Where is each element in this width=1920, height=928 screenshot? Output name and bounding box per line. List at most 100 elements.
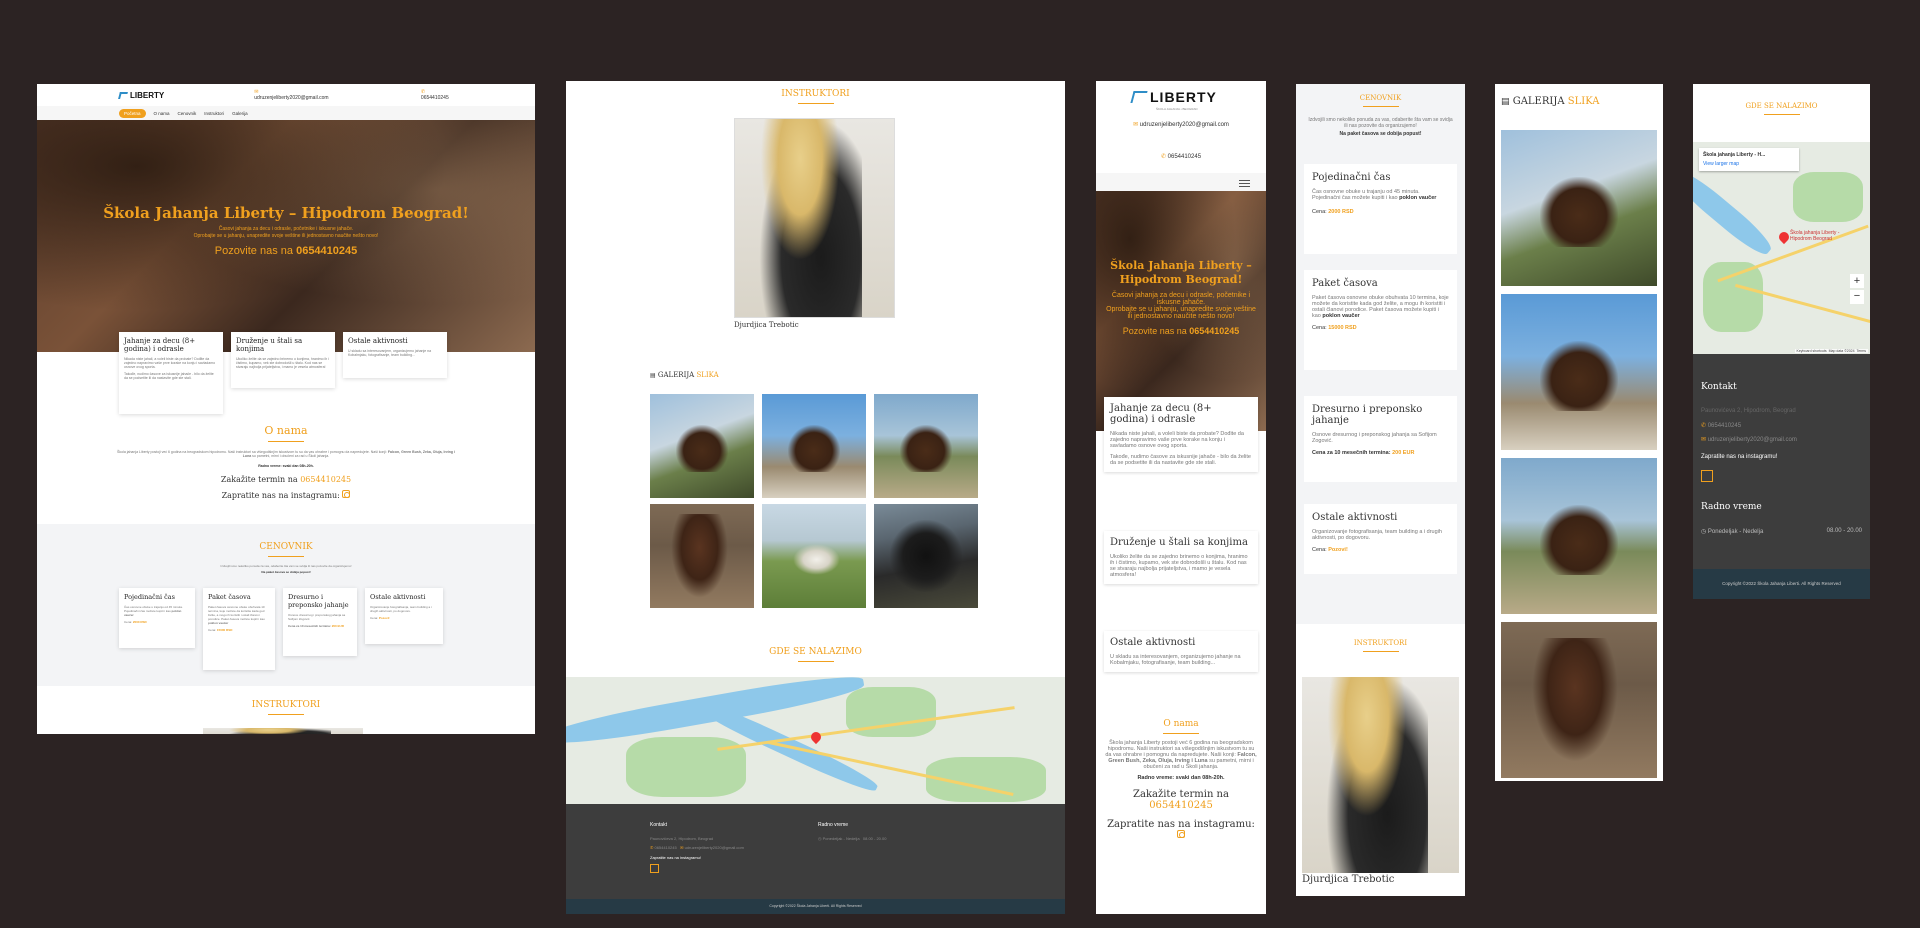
instructor-photo bbox=[734, 118, 895, 318]
about-book-prefix: Zakažite termin na bbox=[1133, 789, 1229, 800]
hero-call-number[interactable]: 0654410245 bbox=[296, 245, 357, 257]
clock-icon: ◷ bbox=[1701, 529, 1707, 535]
nav-item-pocetna[interactable]: Početna bbox=[119, 108, 146, 118]
map-data: Map data ©2024 bbox=[1828, 349, 1855, 353]
about-text-end: su pametni, mirni i obučeni za rad u Ško… bbox=[252, 454, 330, 458]
service-title: Jahanje za decu (8+ godina) i odrasle bbox=[1110, 403, 1212, 425]
gallery-photo[interactable] bbox=[650, 394, 754, 498]
pricing-intro-bold: Na paket časova se dobija popust! bbox=[1339, 131, 1422, 137]
service-title: Druženje u štali sa konjima bbox=[236, 337, 303, 353]
footer-email[interactable]: udruzenjeliberty2020@gmail.com bbox=[685, 845, 744, 850]
gallery-title: ▤ GALERIJA SLIKA bbox=[1501, 96, 1600, 107]
footer-insta-text: Zapratite nas na instagramu! bbox=[1701, 454, 1778, 460]
map-pin-icon[interactable] bbox=[1776, 229, 1792, 245]
service-title: Ostale aktivnosti bbox=[348, 337, 408, 345]
price-text: Osnove dresurnog i preponskog jahanja sa… bbox=[288, 613, 346, 621]
footer-copyright: Copyright ©2022 Škola Jahanja Liberti. A… bbox=[769, 904, 862, 908]
mobile-gallery-panel: ▤ GALERIJA SLIKA bbox=[1495, 84, 1663, 781]
about-book-number[interactable]: 0654410245 bbox=[300, 475, 351, 484]
price-line: Cena: Pozovi! bbox=[370, 616, 438, 620]
gallery-photo[interactable] bbox=[1501, 294, 1657, 450]
instagram-icon[interactable] bbox=[1177, 830, 1185, 838]
map-terms[interactable]: Terms bbox=[1856, 349, 1866, 353]
logo-text: LIBERTY bbox=[1150, 89, 1217, 105]
gallery-photo[interactable] bbox=[1501, 622, 1657, 778]
footer-hours-line: ◷ Ponedeljak - Nedelja 08.00 - 20.00 bbox=[818, 836, 886, 841]
mobile-logo[interactable]: LIBERTY bbox=[1130, 89, 1217, 105]
mobile-service-1: Jahanje za decu (8+ godina) i odrasle Ni… bbox=[1104, 397, 1258, 472]
map-river bbox=[1693, 166, 1777, 260]
map-shortcuts[interactable]: Keyboard shortcuts bbox=[1797, 349, 1827, 353]
map-pin-label: Škola jahanja Liberty - Hipodrom Beograd bbox=[1790, 230, 1840, 242]
logo[interactable]: LIBERTY bbox=[118, 90, 165, 100]
nav-item-o-nama[interactable]: O nama bbox=[154, 111, 170, 116]
mobile-about: O nama Škola jahanja Liberty postoji već… bbox=[1096, 719, 1266, 841]
nav-item-instruktori[interactable]: Instruktori bbox=[204, 111, 224, 116]
logo-text: LIBERTY bbox=[130, 90, 165, 100]
footer-phone[interactable]: 0654410245 bbox=[654, 845, 676, 850]
location-title: GDE SE NALAZIMO bbox=[1693, 102, 1870, 115]
service-text: U skladu sa interesovanjem, organizujemo… bbox=[1110, 654, 1241, 666]
service-text: Ukoliko želite da se zajedno brinemo o k… bbox=[236, 357, 329, 369]
mobile-pricing-panel: CENOVNIK Izdvojili smo nekoliko ponuda z… bbox=[1296, 84, 1465, 896]
footer-copyright-bar: Copyright ©2022 Škola Jahanja Liberti. A… bbox=[1693, 569, 1870, 599]
gallery-icon: ▤ bbox=[1501, 97, 1510, 107]
mobile-service-2: Druženje u štali sa konjima Ukoliko želi… bbox=[1104, 531, 1258, 584]
gallery-photo[interactable] bbox=[762, 504, 866, 608]
instagram-icon[interactable] bbox=[342, 490, 351, 498]
instructors-title: INSTRUKTORI bbox=[37, 700, 535, 715]
gallery-photo[interactable] bbox=[650, 504, 754, 608]
gallery-photo[interactable] bbox=[762, 394, 866, 498]
email-text: udruzenjeliberty2020@gmail.com bbox=[1139, 122, 1229, 128]
map-park bbox=[1793, 172, 1863, 222]
mail-icon: ✉ bbox=[1133, 122, 1139, 128]
hero-call-number[interactable]: 0654410245 bbox=[1189, 326, 1239, 336]
gallery-photo[interactable] bbox=[1501, 130, 1657, 286]
footer-insta-button[interactable] bbox=[1701, 470, 1713, 482]
mobile-email[interactable]: ✉ udruzenjeliberty2020@gmail.com bbox=[1096, 121, 1266, 128]
gallery-photo[interactable] bbox=[1501, 458, 1657, 614]
zoom-out-button[interactable]: − bbox=[1850, 290, 1864, 304]
footer-address: Paunovićeva 2, Hipodrom, Beograd bbox=[1701, 408, 1796, 414]
phone-text: 0654410245 bbox=[1167, 154, 1202, 160]
nav-item-galerija[interactable]: Galerija bbox=[232, 111, 248, 116]
price-title: Dresurno i preponsko jahanje bbox=[1312, 404, 1423, 426]
price-line: Cena: Pozovi! bbox=[1312, 547, 1449, 553]
location-map[interactable]: Škola jahanja Liberty - Hipodrom Beograd… bbox=[1693, 142, 1870, 354]
price-text: Čas osnovne obuke u trajanju od 45 minut… bbox=[124, 605, 190, 617]
email-link[interactable]: ✉ udruzenjeliberty2020@gmail.com bbox=[254, 89, 331, 101]
price-label: Cena: bbox=[1312, 325, 1327, 331]
footer-phone[interactable]: 0654410245 bbox=[1708, 423, 1741, 429]
gallery-photo[interactable] bbox=[874, 394, 978, 498]
footer-email-row: ✉ udruzenjeliberty2020@gmail.com bbox=[1701, 436, 1797, 443]
mobile-nav-bar bbox=[1096, 173, 1266, 191]
price-label: Cena: bbox=[370, 616, 379, 620]
phone-text: 0654410245 bbox=[420, 95, 449, 101]
price-label: Cena: bbox=[1312, 547, 1327, 553]
about-book-number[interactable]: 0654410245 bbox=[1149, 800, 1213, 811]
footer-insta-button[interactable] bbox=[650, 864, 659, 873]
footer-phone-row: ✆ 0654410245 bbox=[1701, 422, 1741, 429]
pricing-intro-bold: Na paket časova se dobija popust! bbox=[261, 570, 311, 574]
gallery-photo[interactable] bbox=[874, 504, 978, 608]
price-line: Cena: 2000 RSD bbox=[1312, 209, 1449, 215]
price-line: Cena: 2000 RSD bbox=[124, 620, 190, 624]
top-bar: LIBERTY ✉ udruzenjeliberty2020@gmail.com… bbox=[37, 84, 535, 106]
mobile-phone[interactable]: ✆ 0654410245 bbox=[1096, 153, 1266, 160]
footer-email[interactable]: udruzenjeliberty2020@gmail.com bbox=[1708, 437, 1797, 443]
hero-call-prefix: Pozovite nas na bbox=[1122, 325, 1187, 336]
service-title: Jahanje za decu (8+ godina) i odrasle bbox=[124, 337, 196, 353]
price-text-main: Paket časova osnovne obuke obuhvata 10 t… bbox=[208, 605, 265, 621]
price-text: Paket časova osnovne obuke obuhvata 10 t… bbox=[1312, 295, 1449, 319]
hamburger-menu-icon[interactable] bbox=[1239, 178, 1250, 189]
footer-hours-row: ◷ Ponedeljak - Nedelja 08.00 - 20.00 bbox=[1701, 528, 1862, 535]
view-larger-map-link[interactable]: View larger map bbox=[1703, 161, 1795, 167]
map-pin-icon[interactable] bbox=[808, 729, 824, 745]
mobile-hero: Škola Jahanja Liberty – Hipodrom Beograd… bbox=[1096, 191, 1266, 431]
map-attribution: Keyboard shortcuts Map data ©2024 Terms bbox=[1794, 349, 1868, 353]
gallery-icon: ▤ bbox=[650, 372, 656, 379]
location-map[interactable] bbox=[566, 677, 1065, 804]
phone-link[interactable]: ✆ 0654410245 bbox=[421, 89, 453, 101]
zoom-in-button[interactable]: + bbox=[1850, 274, 1864, 288]
nav-item-cenovnik[interactable]: Cenovnik bbox=[178, 111, 197, 116]
